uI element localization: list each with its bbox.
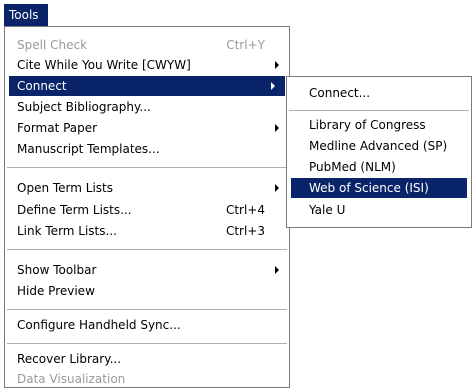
submenu-arrow-icon xyxy=(275,184,279,192)
menu-item-label: Spell Check xyxy=(17,38,88,52)
menu-item-label: Connect... xyxy=(309,86,371,100)
menu-item-label: Medline Advanced (SP) xyxy=(309,139,448,153)
submenu-arrow-icon xyxy=(271,82,275,90)
menu-separator xyxy=(7,309,287,310)
menu-separator xyxy=(7,167,287,168)
menu-item-format-paper[interactable]: Format Paper xyxy=(5,118,289,138)
menu-item-manuscript-templates[interactable]: Manuscript Templates... xyxy=(5,139,289,159)
submenu-item-pubmed[interactable]: PubMed (NLM) xyxy=(287,157,471,177)
submenu-item-medline-advanced[interactable]: Medline Advanced (SP) xyxy=(287,136,471,156)
menu-item-label: Web of Science (ISI) xyxy=(309,181,429,195)
menu-item-label: Open Term Lists xyxy=(17,181,113,195)
menu-item-label: Link Term Lists... xyxy=(17,224,117,238)
menu-item-define-term-lists[interactable]: Define Term Lists... Ctrl+4 xyxy=(5,200,289,220)
menu-item-label: Data Visualization xyxy=(17,372,126,386)
menu-item-label: Manuscript Templates... xyxy=(17,142,160,156)
menu-item-configure-handheld-sync[interactable]: Configure Handheld Sync... xyxy=(5,315,289,335)
menu-item-label: PubMed (NLM) xyxy=(309,160,396,174)
menu-separator xyxy=(7,249,287,250)
menu-item-link-term-lists[interactable]: Link Term Lists... Ctrl+3 xyxy=(5,221,289,241)
menu-tools[interactable]: Tools xyxy=(4,4,48,26)
menu-item-label: Library of Congress xyxy=(309,118,426,132)
submenu-arrow-icon xyxy=(275,124,279,132)
shortcut-label: Ctrl+3 xyxy=(225,224,265,238)
submenu-item-web-of-science[interactable]: Web of Science (ISI) xyxy=(291,178,467,198)
menu-item-connect[interactable]: Connect xyxy=(9,76,285,96)
submenu-item-connect[interactable]: Connect... xyxy=(287,83,471,103)
menu-item-label: Yale U xyxy=(309,203,346,217)
tools-menu: Spell Check Ctrl+Y Cite While You Write … xyxy=(4,26,290,388)
menu-separator xyxy=(7,343,287,344)
shortcut-label: Ctrl+Y xyxy=(226,38,265,52)
menu-item-label: Connect xyxy=(17,79,67,93)
menu-item-show-toolbar[interactable]: Show Toolbar xyxy=(5,260,289,280)
submenu-item-library-of-congress[interactable]: Library of Congress xyxy=(287,115,471,135)
menu-item-label: Format Paper xyxy=(17,121,98,135)
menu-item-label: Define Term Lists... xyxy=(17,203,132,217)
menu-item-subject-bibliography[interactable]: Subject Bibliography... xyxy=(5,97,289,117)
menu-item-open-term-lists[interactable]: Open Term Lists xyxy=(5,178,289,198)
menu-item-label: Recover Library... xyxy=(17,352,122,366)
menu-item-spell-check[interactable]: Spell Check Ctrl+Y xyxy=(5,35,289,55)
menu-item-data-visualization[interactable]: Data Visualization xyxy=(5,369,289,389)
submenu-arrow-icon xyxy=(275,61,279,69)
menu-item-label: Hide Preview xyxy=(17,284,95,298)
menu-item-cite-while-you-write[interactable]: Cite While You Write [CWYW] xyxy=(5,55,289,75)
submenu-item-yale-u[interactable]: Yale U xyxy=(287,200,471,220)
menu-item-label: Configure Handheld Sync... xyxy=(17,318,181,332)
connect-submenu: Connect... Library of Congress Medline A… xyxy=(286,76,472,228)
menu-item-label: Subject Bibliography... xyxy=(17,100,151,114)
submenu-arrow-icon xyxy=(275,266,279,274)
menu-item-recover-library[interactable]: Recover Library... xyxy=(5,349,289,369)
menu-item-label: Show Toolbar xyxy=(17,263,97,277)
menu-item-hide-preview[interactable]: Hide Preview xyxy=(5,281,289,301)
menu-separator xyxy=(289,110,469,111)
menu-item-label: Cite While You Write [CWYW] xyxy=(17,58,191,72)
shortcut-label: Ctrl+4 xyxy=(225,203,265,217)
